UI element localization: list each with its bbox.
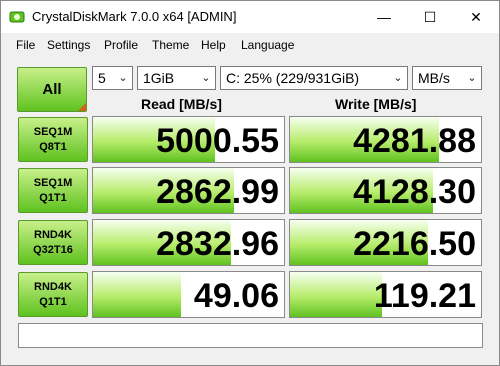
read-result-value: 49.06 xyxy=(193,277,279,315)
unit-value: MB/s xyxy=(418,70,450,86)
title-bar[interactable]: CrystalDiskMark 7.0.0 x64 [ADMIN] — ☐ ✕ xyxy=(1,1,499,33)
chevron-down-icon: ⌄ xyxy=(393,72,403,84)
menu-profile[interactable]: Profile xyxy=(104,38,138,52)
test-params: Q1T1 xyxy=(39,295,67,308)
read-result-cell: 2862.99 xyxy=(92,167,285,214)
test-rnd4k-q32t16-button[interactable]: RND4K Q32T16 xyxy=(18,220,88,265)
write-result-cell: 4128.30 xyxy=(289,167,482,214)
test-count-select[interactable]: 5 ⌄ xyxy=(92,66,133,90)
app-window: CrystalDiskMark 7.0.0 x64 [ADMIN] — ☐ ✕ … xyxy=(0,0,500,366)
menu-file[interactable]: File xyxy=(16,38,35,52)
read-result-value: 2832.96 xyxy=(156,225,279,263)
write-result-value: 119.21 xyxy=(373,277,476,315)
test-seq1m-q8t1-button[interactable]: SEQ1M Q8T1 xyxy=(18,117,88,162)
menu-settings[interactable]: Settings xyxy=(47,38,90,52)
test-name: SEQ1M xyxy=(33,176,73,189)
test-size-select[interactable]: 1GiB ⌄ xyxy=(137,66,216,90)
test-count-value: 5 xyxy=(98,70,106,86)
chevron-down-icon: ⌄ xyxy=(467,72,477,84)
close-button[interactable]: ✕ xyxy=(453,1,499,33)
chevron-down-icon: ⌄ xyxy=(118,72,128,84)
read-result-value: 2862.99 xyxy=(156,173,279,211)
read-column-header: Read [MB/s] xyxy=(141,96,222,112)
write-column-header: Write [MB/s] xyxy=(335,96,417,112)
read-result-cell: 2832.96 xyxy=(92,219,285,266)
read-result-value: 5000.55 xyxy=(156,122,279,160)
write-result-cell: 2216.50 xyxy=(289,219,482,266)
write-result-bar xyxy=(290,272,382,317)
write-result-value: 4281.88 xyxy=(353,122,476,160)
test-seq1m-q1t1-button[interactable]: SEQ1M Q1T1 xyxy=(18,168,88,213)
write-result-value: 4128.30 xyxy=(353,173,476,211)
menu-bar: File Settings Profile Theme Help Languag… xyxy=(1,35,499,57)
test-size-value: 1GiB xyxy=(143,70,175,86)
menu-theme[interactable]: Theme xyxy=(152,38,189,52)
menu-language[interactable]: Language xyxy=(241,38,294,52)
maximize-button[interactable]: ☐ xyxy=(407,1,453,33)
test-name: RND4K xyxy=(34,280,72,293)
read-result-bar xyxy=(93,272,181,317)
test-params: Q1T1 xyxy=(39,191,67,204)
test-rnd4k-q1t1-button[interactable]: RND4K Q1T1 xyxy=(18,272,88,317)
test-params: Q32T16 xyxy=(33,243,73,256)
write-result-cell: 4281.88 xyxy=(289,116,482,163)
window-title: CrystalDiskMark 7.0.0 x64 [ADMIN] xyxy=(32,9,237,24)
drive-select[interactable]: C: 25% (229/931GiB) ⌄ xyxy=(220,66,408,90)
read-result-cell: 49.06 xyxy=(92,271,285,318)
menu-help[interactable]: Help xyxy=(201,38,226,52)
unit-select[interactable]: MB/s ⌄ xyxy=(412,66,482,90)
write-result-value: 2216.50 xyxy=(353,225,476,263)
drive-value: C: 25% (229/931GiB) xyxy=(226,70,360,86)
all-tests-button[interactable]: All xyxy=(17,67,87,112)
all-tests-label: All xyxy=(42,81,62,98)
write-result-cell: 119.21 xyxy=(289,271,482,318)
test-name: SEQ1M xyxy=(33,125,73,138)
chevron-down-icon: ⌄ xyxy=(201,72,211,84)
app-disk-icon xyxy=(9,11,25,23)
test-params: Q8T1 xyxy=(39,140,67,153)
test-name: RND4K xyxy=(34,228,72,241)
read-result-cell: 5000.55 xyxy=(92,116,285,163)
minimize-button[interactable]: — xyxy=(361,1,407,33)
comment-field[interactable] xyxy=(18,323,483,348)
